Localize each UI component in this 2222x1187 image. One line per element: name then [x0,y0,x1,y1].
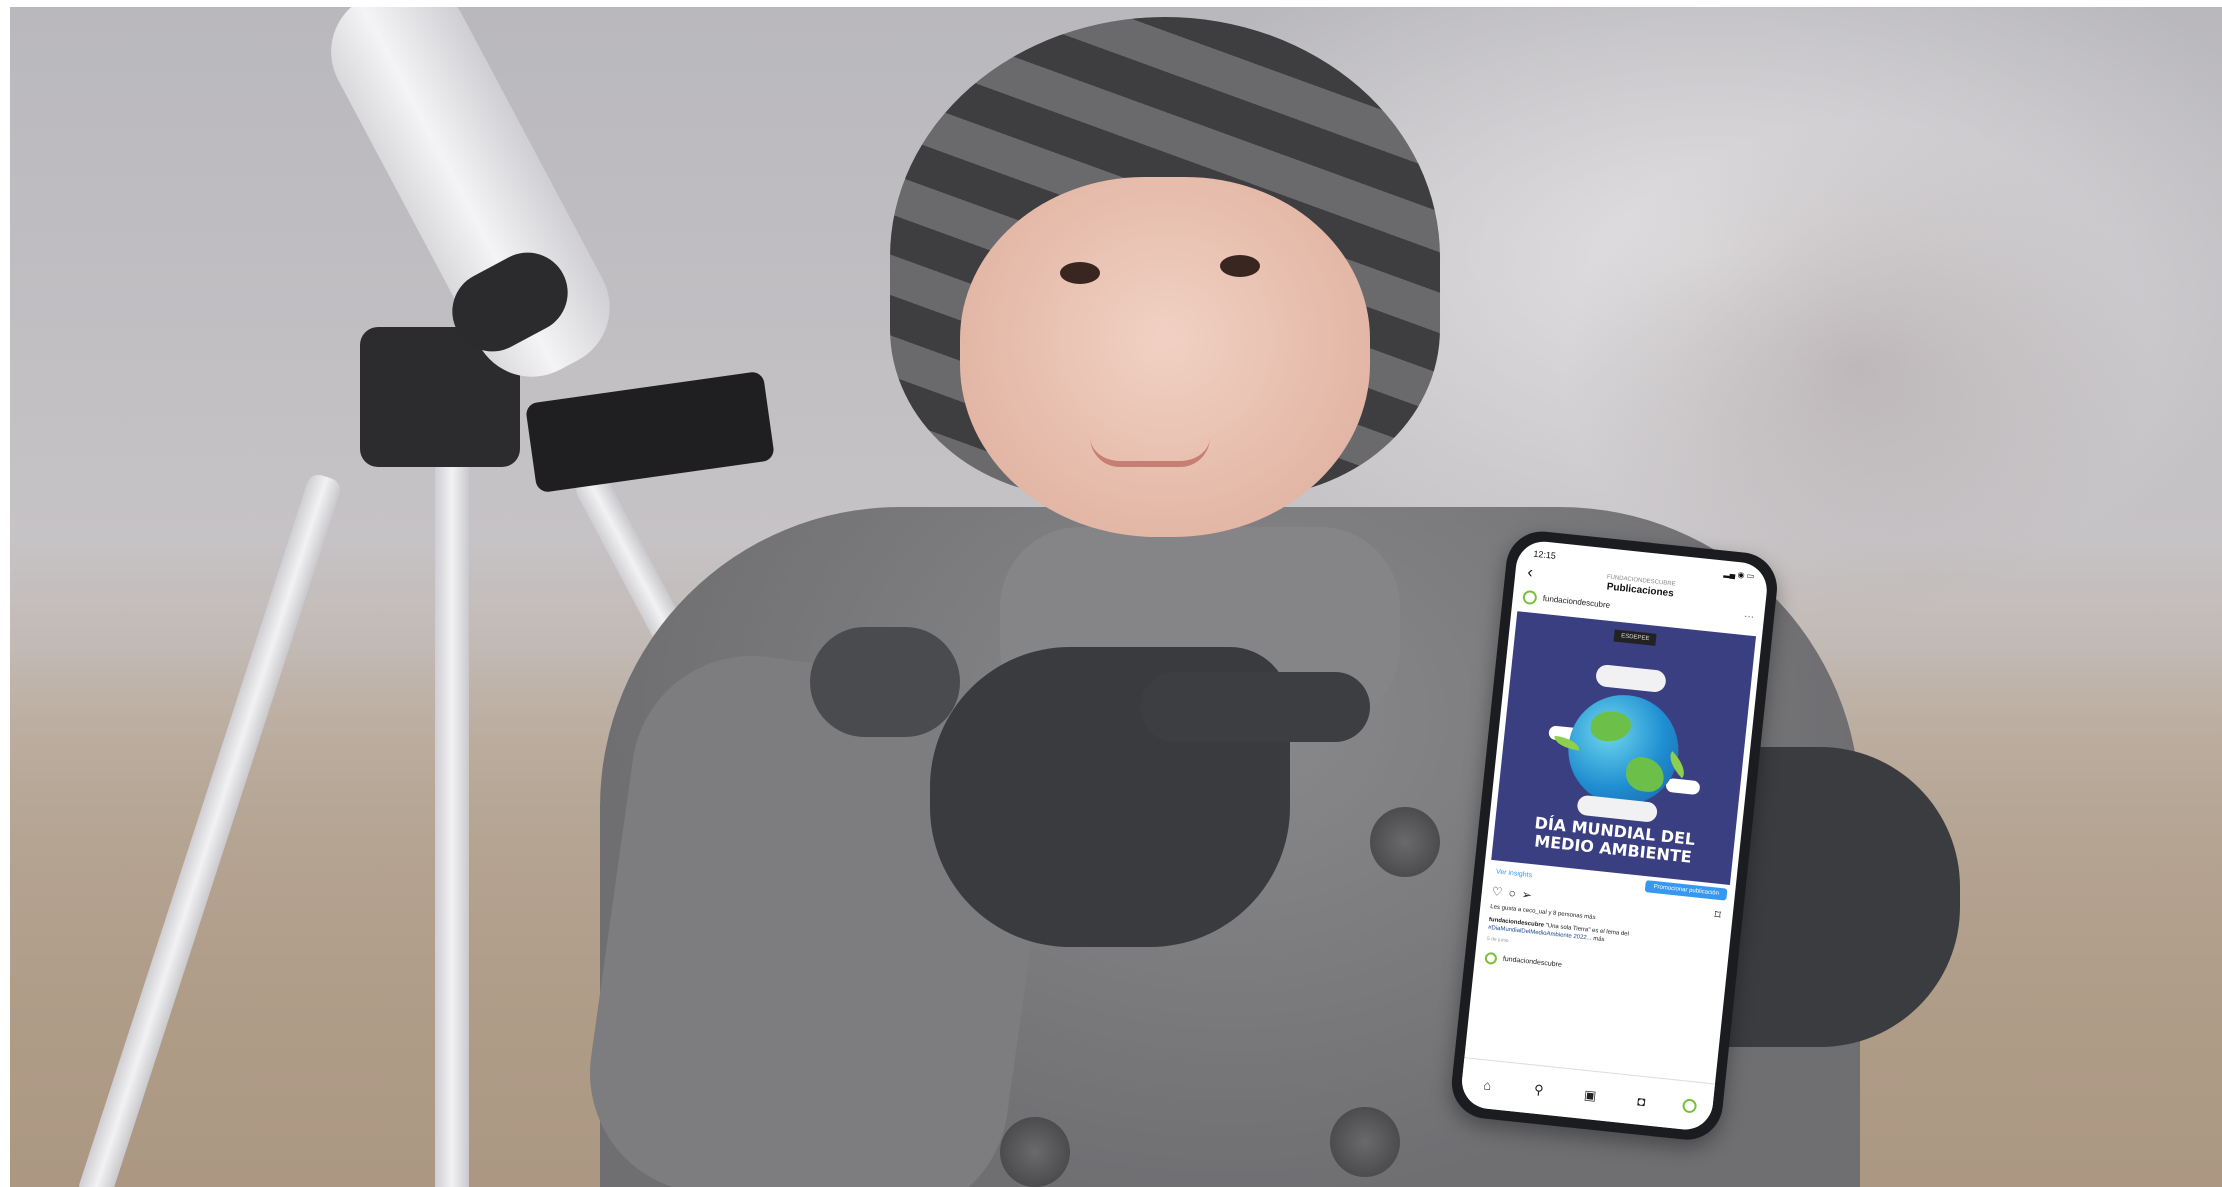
caption-more[interactable]: más [1593,936,1605,943]
send-icon[interactable]: ➢ [1521,887,1538,903]
status-icons: ▂▄ ◉ ▭ [1723,568,1755,581]
land-shape [1624,755,1666,794]
insights-link[interactable]: Ver insights [1496,868,1533,879]
heart-icon[interactable]: ♡ [1491,884,1509,900]
land-shape [1589,709,1633,744]
post-heading: DÍA MUNDIAL DEL MEDIO AMBIENTE [1493,810,1735,871]
coat-button [1330,1107,1400,1177]
earth-illustration [1562,689,1684,811]
post-image[interactable]: ESDEPEE DÍA MUNDIAL DEL MEDIO AMBIENTE [1491,611,1757,885]
background-photo [10,7,2222,1187]
coat-button [1000,1117,1070,1187]
more-icon[interactable]: ··· [1743,611,1754,623]
bookmark-icon[interactable]: ⌑ [1714,908,1722,923]
phone-screen: 12:15 ▂▄ ◉ ▭ ‹ FUNDACIONDESCUBRE Publica… [1459,538,1770,1133]
smile [1090,437,1210,467]
post-username[interactable]: fundaciondescubre [1542,594,1610,610]
glove-thumb [810,627,960,737]
eye [1220,255,1260,277]
telescope-eyepiece [524,370,776,494]
cloud-illustration [1665,777,1701,796]
home-icon[interactable]: ⌂ [1477,1076,1498,1093]
next-post-username[interactable]: fundaciondescubre [1503,956,1563,969]
post-avatar[interactable] [1522,589,1538,606]
post-logo: ESDEPEE [1613,629,1657,646]
hand-illustration [1594,663,1667,694]
pointing-finger [1140,672,1370,742]
shop-icon[interactable]: ◘ [1631,1092,1652,1109]
boy-face [960,177,1370,537]
search-icon[interactable]: ⚲ [1528,1081,1550,1099]
post-actions: ♡○➢ [1491,884,1538,903]
next-post-avatar[interactable] [1484,951,1498,965]
tripod-leg [435,447,469,1187]
profile-avatar-icon[interactable] [1682,1098,1698,1114]
status-time: 12:15 [1532,548,1557,561]
post-date: 5 de junio [1486,935,1509,945]
reels-icon[interactable]: ▣ [1579,1086,1601,1104]
eye [1060,262,1100,284]
coat-button [1370,807,1440,877]
